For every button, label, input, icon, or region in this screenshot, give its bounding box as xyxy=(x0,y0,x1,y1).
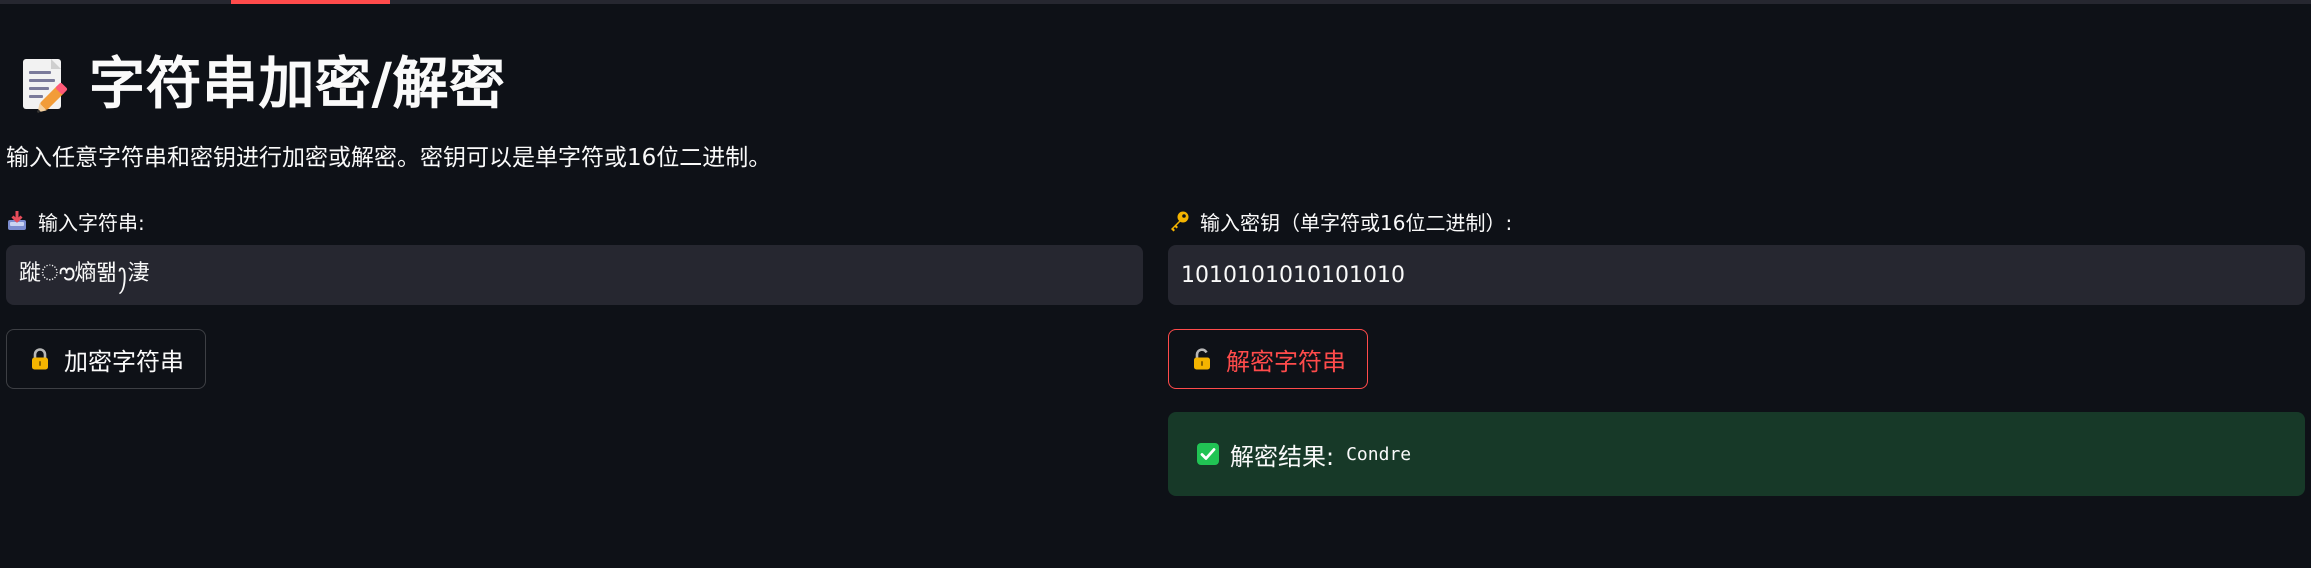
input-string-field[interactable] xyxy=(6,245,1143,305)
decrypt-button[interactable]: 解密字符串 xyxy=(1168,329,1368,389)
key-icon xyxy=(1168,210,1190,232)
inbox-tray-icon xyxy=(6,210,28,232)
lock-icon xyxy=(28,347,52,371)
input-string-column: 输入字符串: 加密字符串 xyxy=(6,201,1143,389)
page-header: 字符串加密/解密 xyxy=(17,50,505,120)
memo-icon xyxy=(17,57,71,113)
unlock-icon xyxy=(1190,347,1214,371)
encrypt-button-label: 加密字符串 xyxy=(64,347,184,376)
key-label: 输入密钥（单字符或16位二进制）: xyxy=(1200,210,1513,235)
input-string-label-row: 输入字符串: xyxy=(6,201,1143,241)
encrypt-button[interactable]: 加密字符串 xyxy=(6,329,206,389)
top-decoration-bar xyxy=(0,0,2311,4)
page-title: 字符串加密/解密 xyxy=(89,52,506,117)
decrypt-result-alert: 解密结果: Condre xyxy=(1168,412,2305,496)
decrypt-button-label: 解密字符串 xyxy=(1226,347,1346,376)
check-icon xyxy=(1196,442,1220,466)
app-page: 字符串加密/解密 输入任意字符串和密钥进行加密或解密。密钥可以是单字符或16位二… xyxy=(0,0,2311,568)
key-field[interactable] xyxy=(1168,245,2305,305)
page-description: 输入任意字符串和密钥进行加密或解密。密钥可以是单字符或16位二进制。 xyxy=(6,145,772,171)
input-string-label: 输入字符串: xyxy=(38,210,145,235)
result-label: 解密结果: xyxy=(1230,442,1335,471)
result-value: Condre xyxy=(1346,443,1412,465)
key-column: 输入密钥（单字符或16位二进制）: 解密字符串 xyxy=(1168,201,2305,389)
top-progress-indicator xyxy=(231,0,390,4)
key-label-row: 输入密钥（单字符或16位二进制）: xyxy=(1168,201,2305,241)
